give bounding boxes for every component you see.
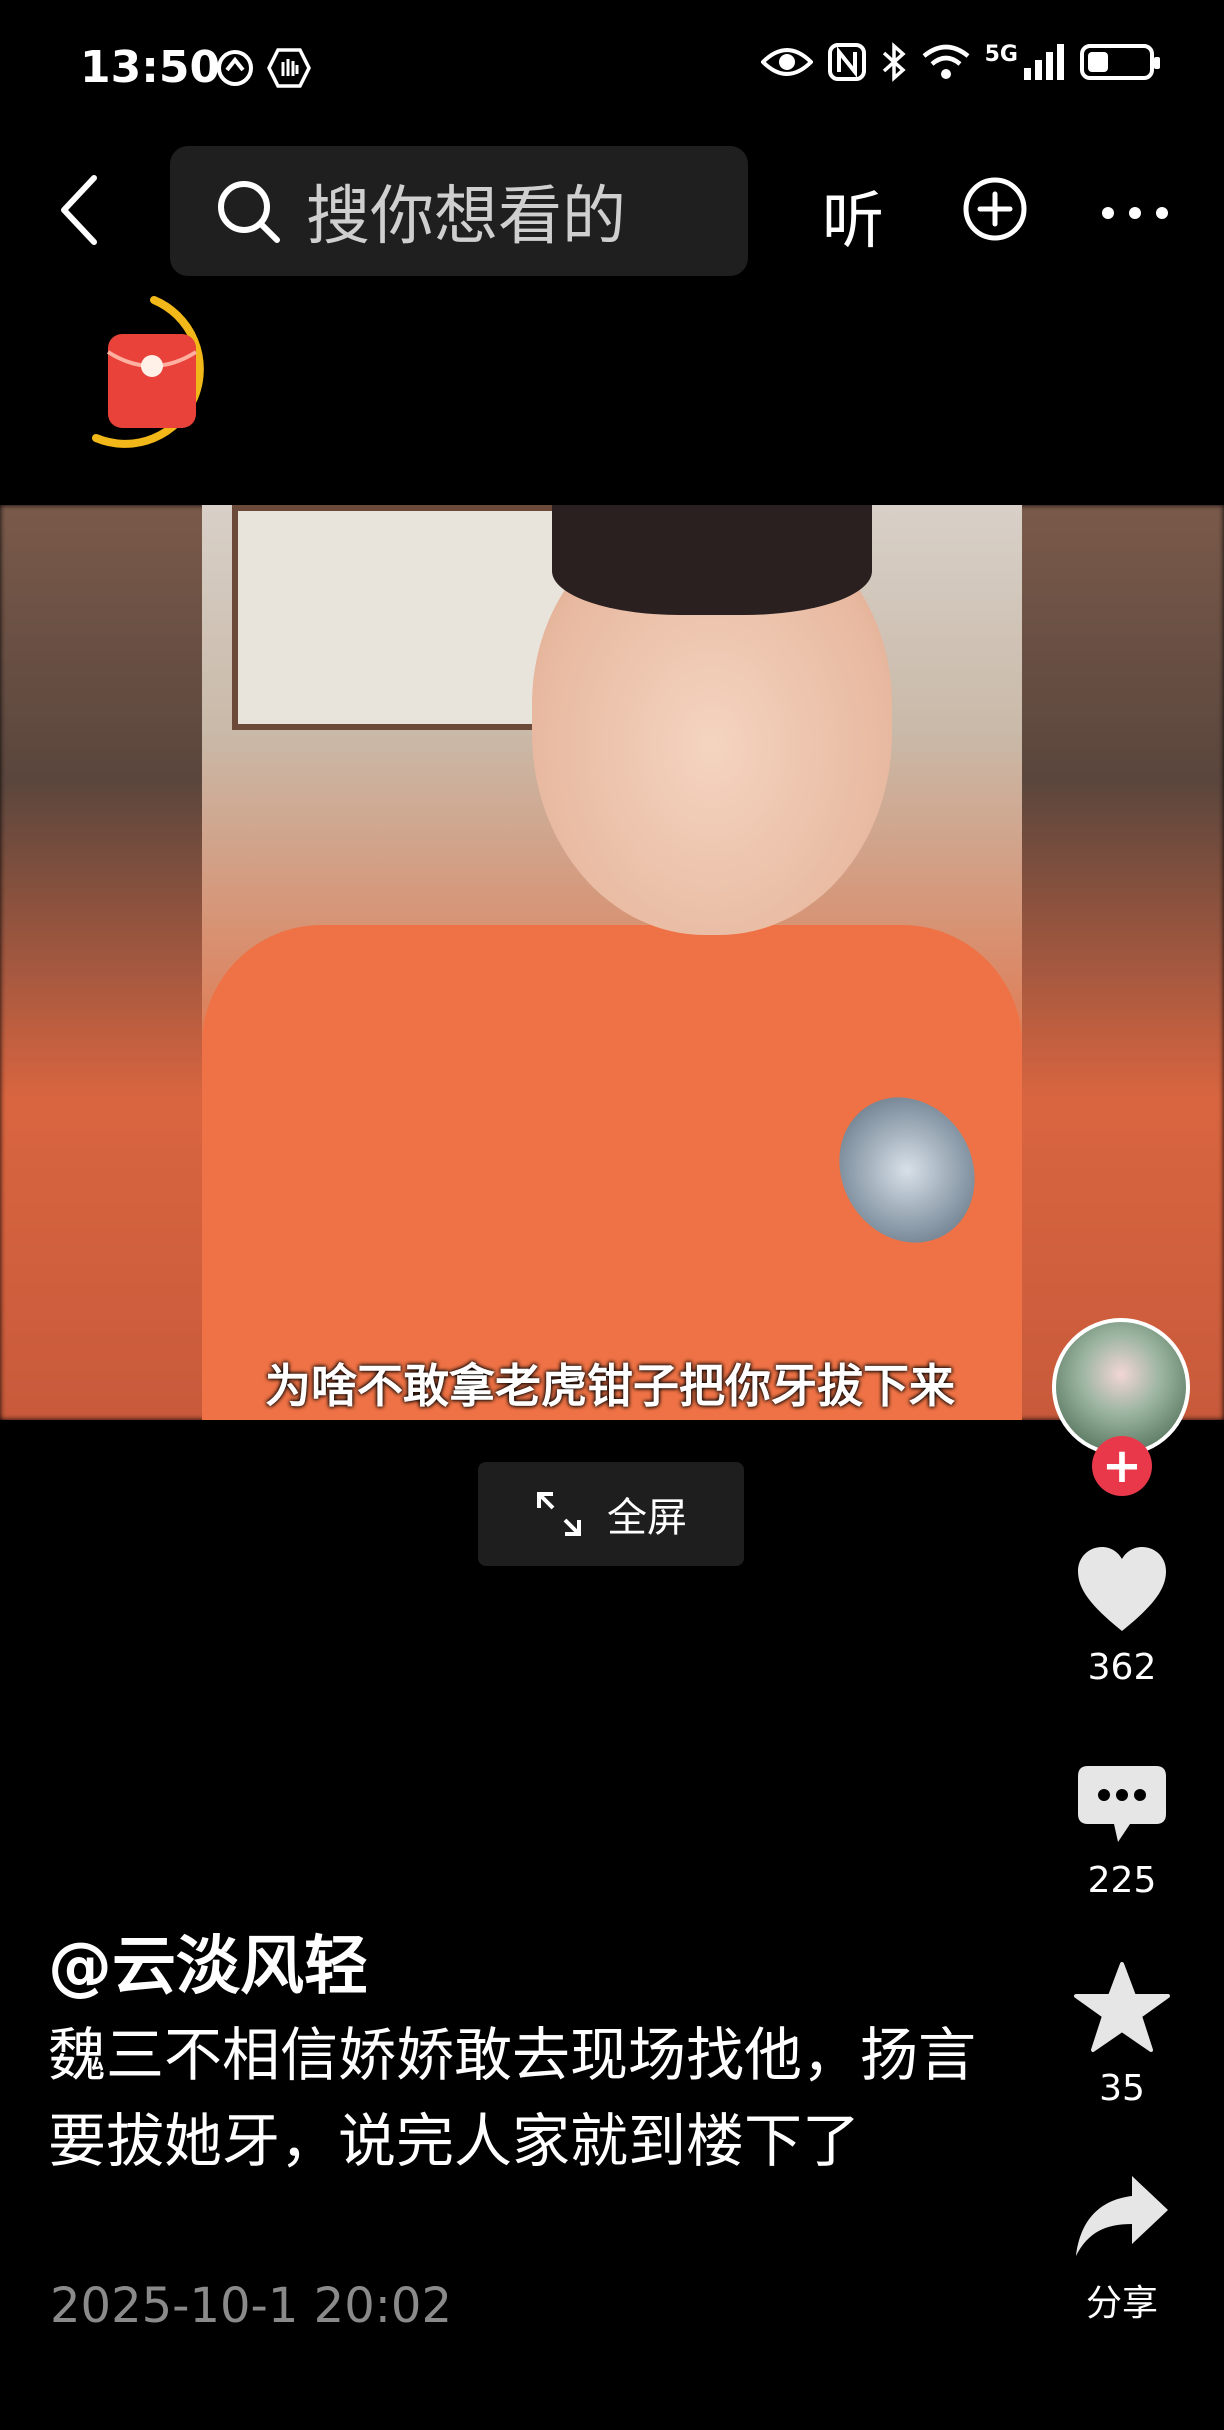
comment-button[interactable]: 225	[1062, 1762, 1182, 1901]
battery-icon	[1080, 44, 1160, 80]
heart-icon	[1078, 1547, 1166, 1631]
wifi-icon	[922, 44, 970, 79]
add-circle-icon[interactable]	[962, 176, 1028, 242]
nfc-icon	[827, 43, 866, 81]
like-button[interactable]: 362	[1062, 1545, 1182, 1688]
video-subtitle: 为啥不敢拿老虎钳子把你牙拔下来	[265, 1359, 955, 1413]
share-icon	[1076, 2176, 1168, 2256]
bluetooth-icon	[882, 42, 906, 82]
like-count: 362	[1087, 1647, 1157, 1688]
fullscreen-label: 全屏	[607, 1495, 687, 1541]
video-blur-left	[0, 505, 210, 1420]
sync-icon	[217, 50, 253, 86]
author-name[interactable]: @云淡风轻	[48, 1915, 368, 2007]
post-description: 魏三不相信娇娇敢去现场找他，扬言要拔她牙，说完人家就到楼下了	[48, 2021, 977, 2175]
signal-icon	[1024, 44, 1064, 80]
status-right-icons: 5G	[760, 42, 1160, 82]
expand-icon	[537, 1492, 581, 1536]
video-player[interactable]: 为啥不敢拿老虎钳子把你牙拔下来	[0, 505, 1224, 1420]
share-label: 分享	[1085, 2283, 1158, 2324]
listen-button[interactable]: 听	[822, 170, 884, 260]
video-blur-right	[1015, 505, 1224, 1420]
status-time: 13:50	[80, 42, 221, 93]
follow-button[interactable]: +	[1092, 1436, 1152, 1496]
fullscreen-button[interactable]: 全屏	[478, 1462, 744, 1566]
post-date: 2025-10-1 20:02	[50, 2278, 452, 2334]
search-placeholder: 搜你想看的	[306, 180, 626, 254]
star-icon	[1074, 1962, 1170, 2052]
back-icon[interactable]	[50, 170, 110, 250]
favorite-count: 35	[1099, 2068, 1145, 2109]
more-icon[interactable]	[1100, 178, 1170, 248]
eye-icon	[760, 48, 813, 76]
share-button[interactable]: 分享	[1062, 2172, 1182, 2326]
status-left-icons	[215, 48, 311, 88]
video-frame	[202, 505, 1022, 1420]
red-packet-icon[interactable]	[84, 292, 240, 462]
search-bar[interactable]: 搜你想看的	[170, 146, 748, 276]
comment-count: 225	[1087, 1860, 1157, 1901]
network-label: 5G	[984, 42, 1018, 67]
favorite-button[interactable]: 35	[1062, 1960, 1182, 2109]
search-icon	[218, 181, 280, 243]
hand-icon	[267, 48, 311, 88]
video-person-hair	[552, 505, 872, 615]
comment-icon	[1078, 1766, 1166, 1842]
